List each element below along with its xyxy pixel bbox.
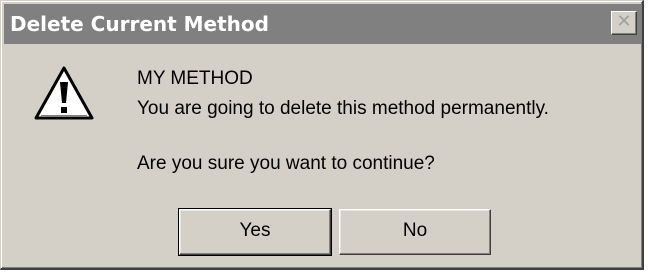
- confirmation-question: Are you sure you want to continue?: [137, 153, 435, 174]
- delete-warning-text: You are going to delete this method perm…: [137, 98, 549, 119]
- dialog-title: Delete Current Method: [10, 12, 269, 36]
- title-bar[interactable]: Delete Current Method ✕: [4, 4, 641, 44]
- yes-button[interactable]: Yes: [178, 208, 332, 256]
- delete-method-dialog: Delete Current Method ✕ MY METHOD You ar…: [0, 0, 644, 270]
- close-button[interactable]: ✕: [611, 11, 637, 35]
- method-name-text: MY METHOD: [137, 68, 253, 89]
- no-button[interactable]: No: [339, 209, 491, 255]
- close-icon: ✕: [616, 11, 632, 32]
- warning-icon: [34, 66, 94, 120]
